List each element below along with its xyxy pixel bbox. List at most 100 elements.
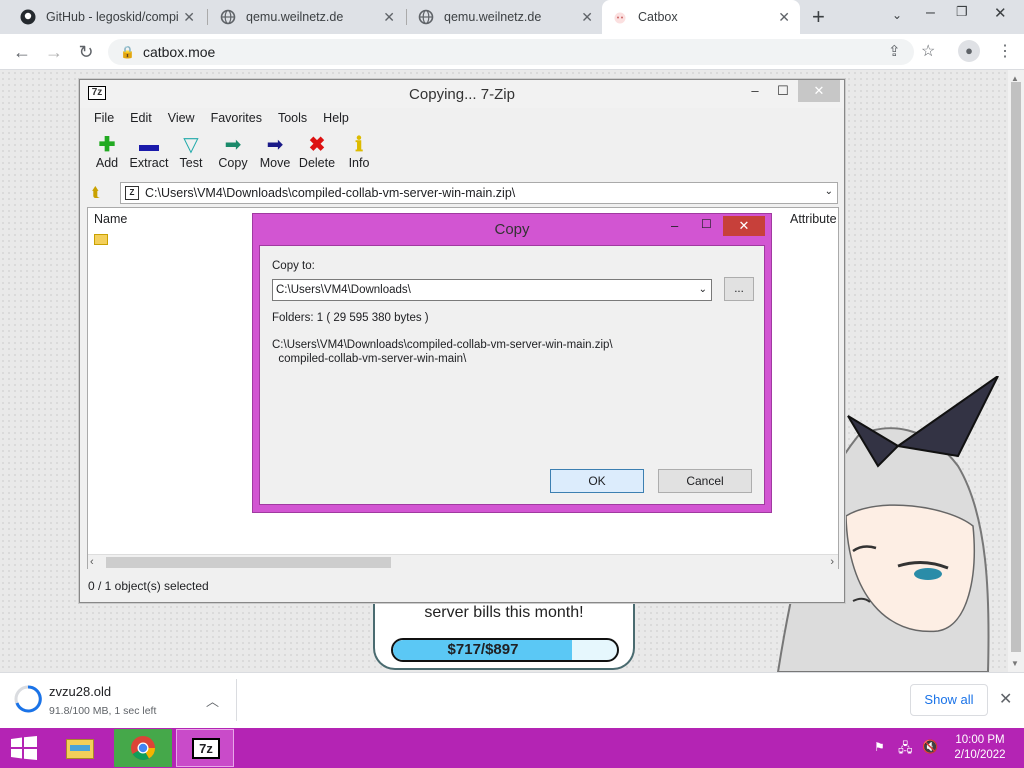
info-button[interactable]: ℹ Info — [338, 134, 380, 170]
browse-button[interactable]: ... — [724, 277, 754, 301]
copy-dialog: Copy – ☐ ✕ Copy to: C:\Users\VM4\Downloa… — [252, 213, 772, 513]
extract-button[interactable]: ▬ Extract — [128, 134, 170, 170]
path-bar: ⮬ Z C:\Users\VM4\Downloads\compiled-coll… — [88, 182, 838, 204]
test-button[interactable]: ▽ Test — [170, 134, 212, 170]
7zip-logo-icon: 7z — [88, 86, 106, 100]
globe-icon — [220, 9, 236, 25]
menu-edit[interactable]: Edit — [122, 108, 160, 128]
kebab-menu-icon[interactable]: ⋮ — [997, 41, 1013, 61]
arrow-move-icon: ➡ — [266, 134, 284, 156]
page-scrollbar[interactable]: ▲ ▼ — [1008, 70, 1024, 672]
chevron-down-icon[interactable]: ⌄ — [699, 280, 707, 300]
7zip-taskbar-button[interactable]: 7z — [176, 729, 234, 767]
globe-icon — [418, 9, 434, 25]
destination-value: C:\Users\VM4\Downloads\ — [276, 284, 411, 296]
folders-info: Folders: 1 ( 29 595 380 bytes ) — [272, 312, 429, 324]
minimize-button[interactable]: – — [671, 218, 678, 233]
download-bar: zvzu28.old 91.8/100 MB, 1 sec left ︿ Sho… — [0, 672, 1024, 728]
clock[interactable]: 10:00 PM 2/10/2022 — [950, 733, 1010, 763]
copy-dialog-body: Copy to: C:\Users\VM4\Downloads\ ⌄ ... F… — [259, 245, 765, 505]
menu-help[interactable]: Help — [315, 108, 357, 128]
tab-title: qemu.weilnetz.de — [246, 10, 344, 24]
check-icon: ▽ — [183, 134, 199, 156]
info-icon: ℹ — [355, 134, 363, 156]
donation-text: server bills this month! — [424, 604, 584, 621]
download-progress-icon — [14, 685, 42, 713]
maximize-button[interactable]: ☐ — [701, 217, 712, 231]
cancel-button[interactable]: Cancel — [658, 469, 752, 493]
status-bar: 0 / 1 object(s) selected — [80, 575, 846, 597]
folder-icon[interactable] — [94, 234, 108, 245]
close-icon[interactable]: ✕ — [778, 9, 790, 26]
close-button[interactable]: ✕ — [798, 80, 840, 102]
network-icon[interactable]: 🖧 — [898, 739, 913, 761]
donation-box: server bills this month! $717/$897 — [373, 598, 635, 670]
copy-button[interactable]: ➡ Copy — [212, 134, 254, 170]
tab-qemu-2[interactable]: qemu.weilnetz.de ✕ — [408, 0, 603, 34]
add-button[interactable]: ✚ Add — [86, 134, 128, 170]
close-icon[interactable]: ✕ — [383, 9, 395, 26]
donation-progress-bar: $717/$897 — [391, 638, 619, 662]
maximize-button[interactable]: ☐ — [768, 80, 798, 102]
tab-qemu-1[interactable]: qemu.weilnetz.de ✕ — [210, 0, 405, 34]
menu-tools[interactable]: Tools — [270, 108, 315, 128]
windows-start-icon[interactable] — [10, 736, 38, 760]
source-path-line2: compiled-collab-vm-server-win-main\ — [272, 353, 467, 365]
close-icon[interactable]: ✕ — [581, 9, 593, 26]
tab-title: GitHub - legoskid/compi — [46, 10, 179, 24]
chevron-down-icon[interactable]: ⌄ — [825, 186, 833, 197]
close-icon[interactable]: ✕ — [999, 689, 1012, 709]
tab-title: qemu.weilnetz.de — [444, 10, 542, 24]
address-bar[interactable]: 🔒 catbox.moe — [108, 39, 914, 65]
download-progress-text: 91.8/100 MB, 1 sec left — [49, 705, 157, 717]
download-filename[interactable]: zvzu28.old — [49, 684, 111, 699]
profile-avatar-icon[interactable]: ● — [958, 40, 980, 62]
move-button[interactable]: ➡ Move — [254, 134, 296, 170]
clock-date: 2/10/2022 — [954, 749, 1006, 761]
delete-button[interactable]: ✖ Delete — [296, 134, 338, 170]
zip-archive-icon: Z — [125, 186, 139, 200]
arrow-copy-icon: ➡ — [224, 134, 242, 156]
chrome-taskbar-button[interactable] — [114, 729, 172, 767]
menu-file[interactable]: File — [86, 108, 122, 128]
folder-up-icon[interactable]: ⮬ — [92, 184, 100, 201]
show-all-button[interactable]: Show all — [910, 684, 988, 716]
tab-search-chevron-icon[interactable]: ⌄ — [892, 8, 902, 22]
horizontal-scrollbar[interactable]: ‹ › — [88, 554, 838, 570]
volume-muted-icon[interactable]: 🔇 — [922, 739, 938, 755]
tab-github[interactable]: GitHub - legoskid/compi ✕ — [10, 0, 205, 34]
forward-button[interactable]: → — [42, 41, 66, 63]
menu-view[interactable]: View — [160, 108, 203, 128]
tab-catbox[interactable]: Catbox ✕ — [602, 0, 800, 34]
menu-bar: File Edit View Favorites Tools Help — [80, 108, 357, 128]
action-center-flag-icon[interactable]: ⚑ — [874, 740, 885, 754]
file-explorer-icon[interactable] — [62, 733, 98, 763]
restore-button[interactable]: ❐ — [956, 4, 968, 20]
close-window-button[interactable]: ✕ — [994, 4, 1007, 22]
close-icon[interactable]: ✕ — [183, 9, 195, 26]
minus-icon: ▬ — [139, 134, 159, 156]
reload-button[interactable]: ↻ — [74, 41, 98, 63]
ok-button[interactable]: OK — [550, 469, 644, 493]
minimize-button[interactable]: – — [926, 4, 935, 22]
window-title: Copying... 7-Zip — [409, 85, 515, 103]
menu-favorites[interactable]: Favorites — [203, 108, 270, 128]
bookmark-star-icon[interactable]: ☆ — [921, 41, 935, 61]
plus-icon: ✚ — [98, 134, 116, 156]
source-path-line1: C:\Users\VM4\Downloads\compiled-collab-v… — [272, 339, 613, 351]
path-combobox[interactable]: Z C:\Users\VM4\Downloads\compiled-collab… — [120, 182, 838, 204]
minimize-button[interactable]: – — [740, 80, 770, 102]
x-icon: ✖ — [308, 134, 326, 156]
column-header-attributes[interactable]: Attribute — [790, 212, 837, 226]
chevron-up-icon[interactable]: ︿ — [206, 691, 219, 710]
7zip-toolbar: ✚ Add ▬ Extract ▽ Test ➡ Copy ➡ Move ✖ Delete … — [86, 134, 380, 170]
7zip-icon: 7z — [192, 738, 220, 759]
share-icon[interactable]: ⇪ — [888, 42, 901, 60]
close-button[interactable]: ✕ — [723, 216, 765, 236]
github-icon — [20, 9, 36, 25]
new-tab-button[interactable]: + — [812, 4, 825, 30]
path-text: C:\Users\VM4\Downloads\compiled-collab-v… — [145, 186, 516, 200]
column-header-name[interactable]: Name — [94, 212, 127, 226]
back-button[interactable]: ← — [10, 41, 34, 63]
destination-combobox[interactable]: C:\Users\VM4\Downloads\ ⌄ — [272, 279, 712, 301]
